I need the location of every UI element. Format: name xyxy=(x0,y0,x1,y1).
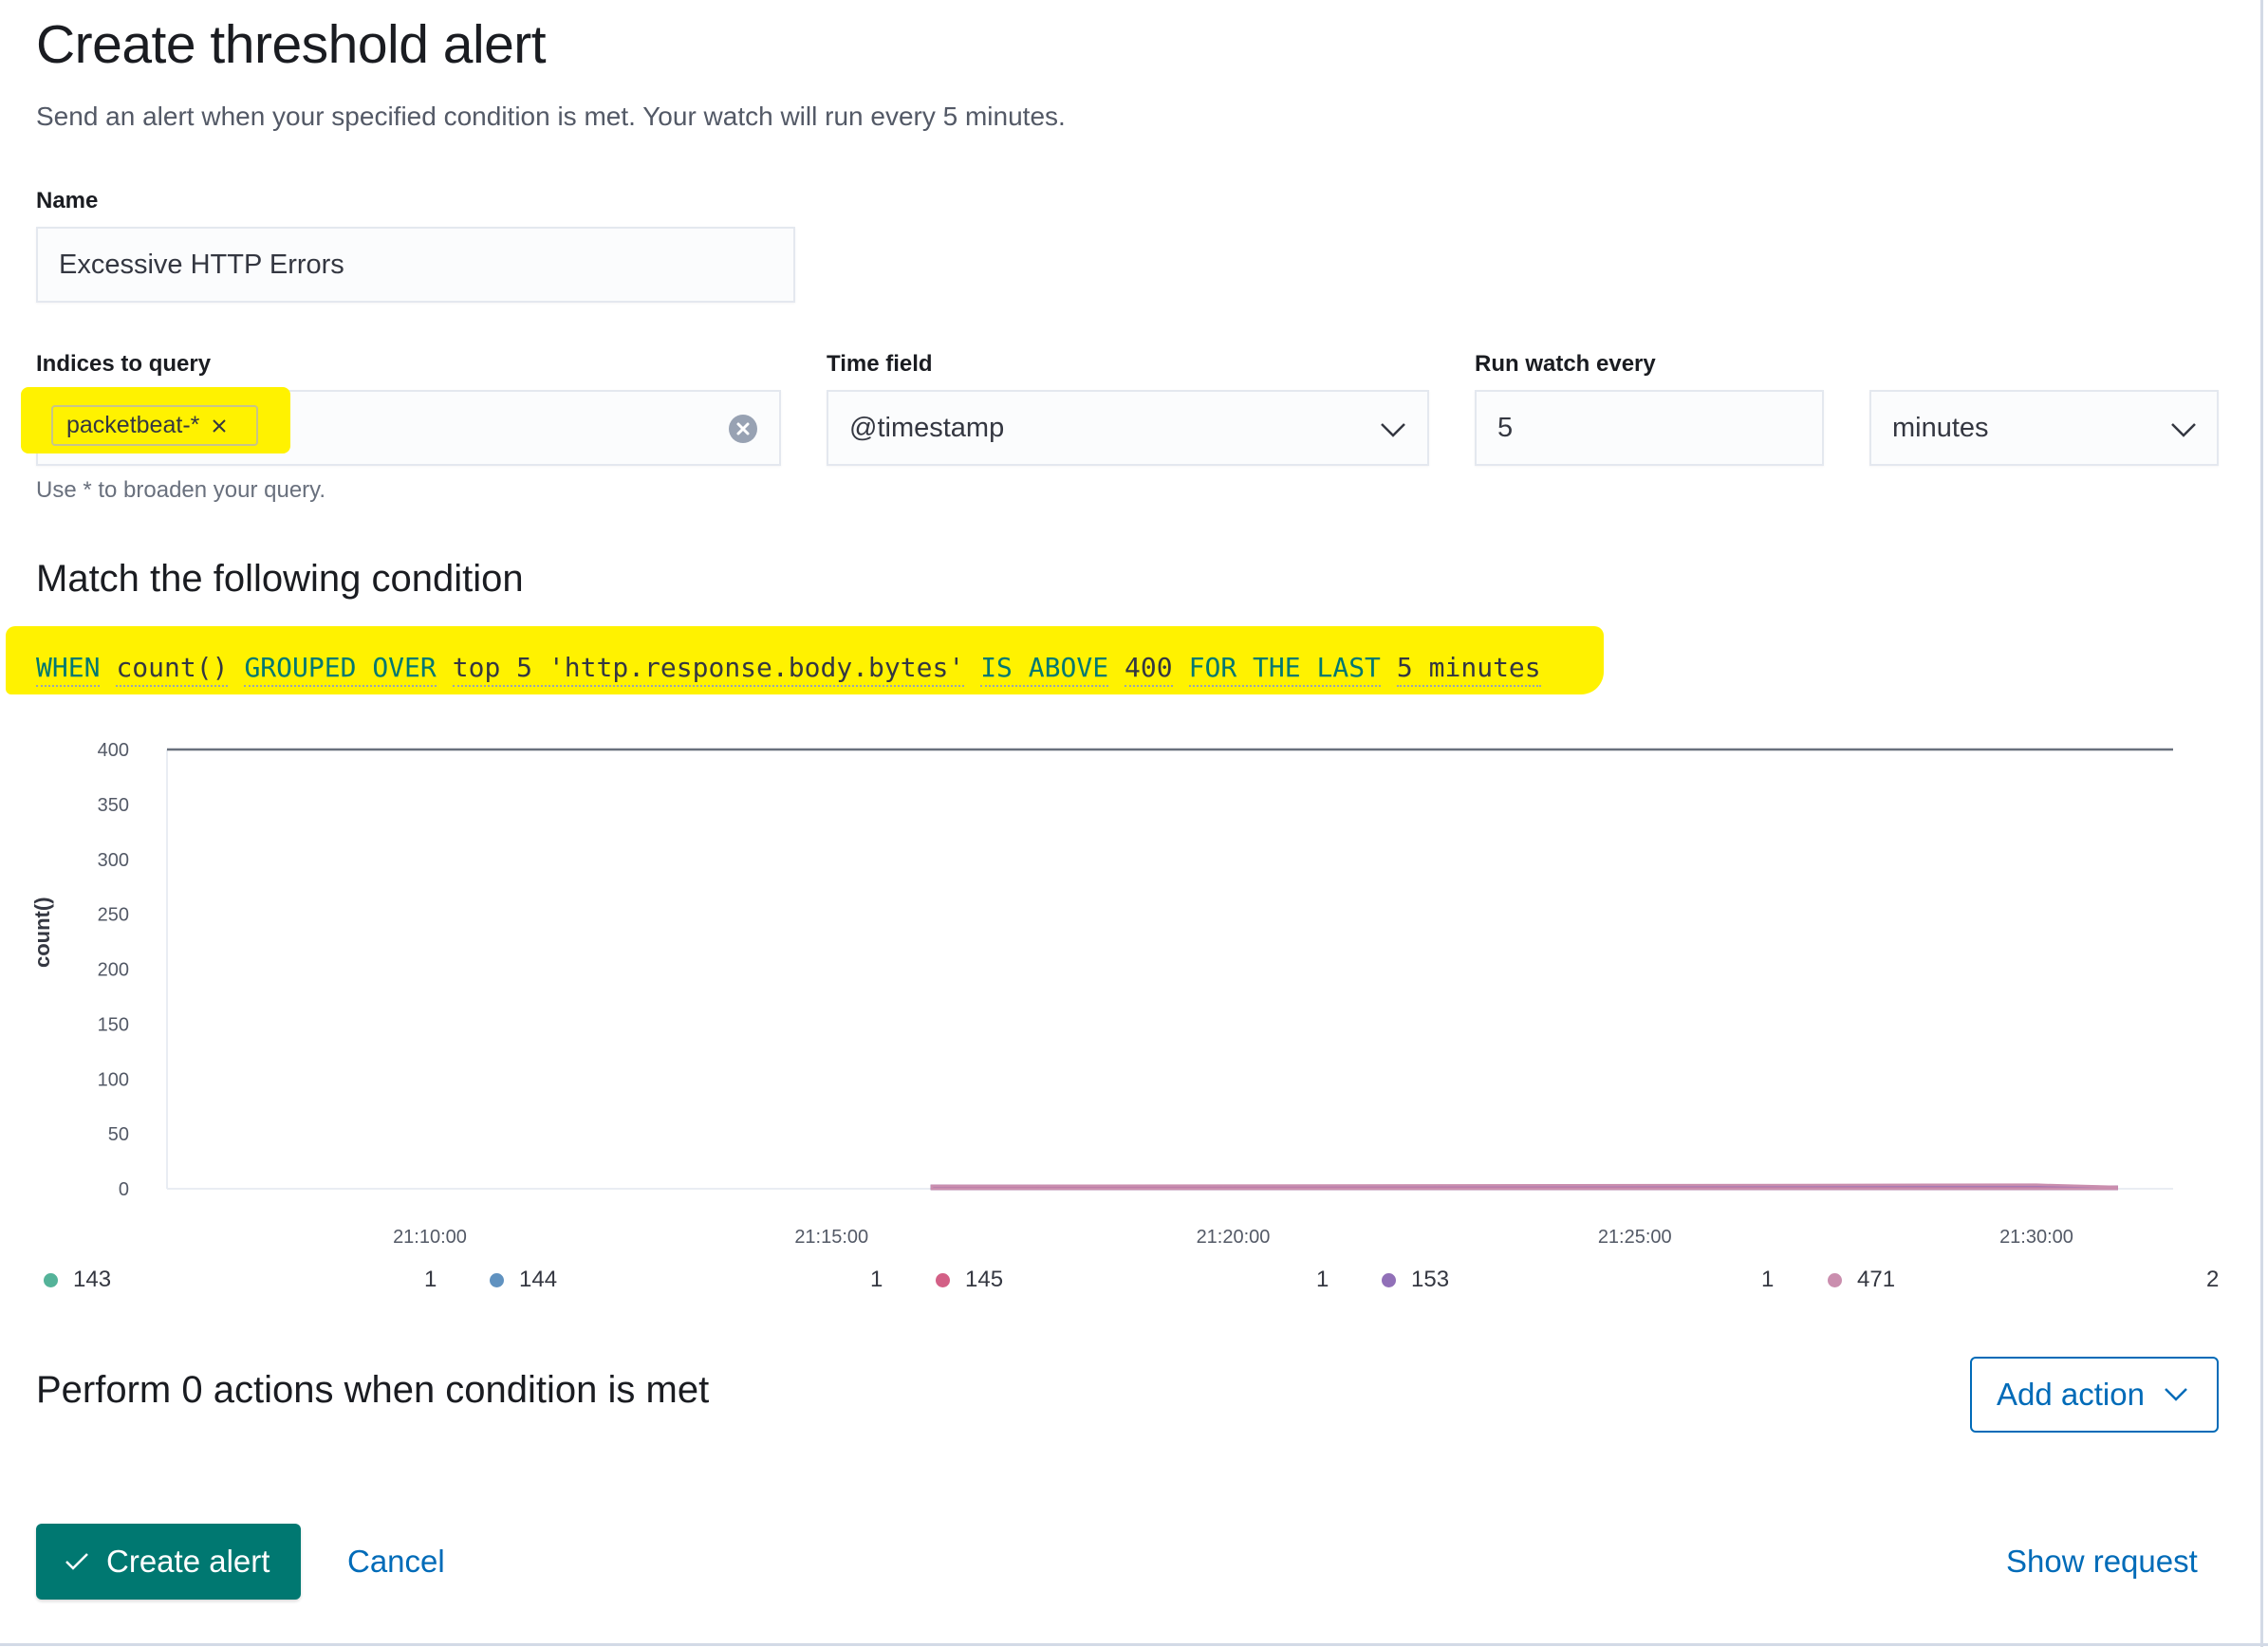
legend-dot xyxy=(936,1272,950,1287)
time-field-select[interactable]: @timestamp xyxy=(827,390,1429,466)
indices-label: Indices to query xyxy=(36,351,212,377)
y-tick-label: 200 xyxy=(98,960,129,981)
page-bottom-border xyxy=(0,1643,2268,1646)
time-field-label: Time field xyxy=(827,351,933,377)
when-value[interactable]: count() xyxy=(116,652,229,687)
close-icon[interactable] xyxy=(211,417,228,435)
legend-label: 471 xyxy=(1857,1267,1896,1292)
name-label: Name xyxy=(36,188,99,213)
run-every-unit-select[interactable]: minutes xyxy=(1869,390,2219,466)
legend-value: 1 xyxy=(424,1267,437,1292)
y-tick-label: 250 xyxy=(98,905,129,926)
y-tick-label: 50 xyxy=(108,1124,129,1145)
create-alert-label: Create alert xyxy=(106,1544,270,1579)
legend-label: 153 xyxy=(1411,1267,1450,1292)
y-tick-label: 100 xyxy=(98,1069,129,1090)
x-tick-label: 21:20:00 xyxy=(1197,1227,1271,1248)
cancel-link[interactable]: Cancel xyxy=(347,1544,445,1580)
legend-value: 1 xyxy=(1761,1267,1775,1292)
legend-value: 2 xyxy=(2206,1267,2220,1292)
y-tick-label: 400 xyxy=(98,740,129,761)
legend-dot xyxy=(1828,1272,1842,1287)
grouped-over-value[interactable]: top 5 'http.response.body.bytes' xyxy=(452,652,965,687)
legend-item[interactable]: 145 xyxy=(936,1264,1003,1296)
y-tick-label: 300 xyxy=(98,850,129,871)
clear-icon[interactable] xyxy=(729,415,757,443)
page-description: Send an alert when your specified condit… xyxy=(36,102,1066,131)
for-the-last-value[interactable]: 5 minutes xyxy=(1396,652,1541,687)
x-tick-label: 21:15:00 xyxy=(794,1227,868,1248)
y-tick-label: 0 xyxy=(119,1179,129,1200)
actions-title: Perform 0 actions when condition is met xyxy=(36,1369,710,1411)
name-input-value: Excessive HTTP Errors xyxy=(59,250,344,280)
y-tick-label: 150 xyxy=(98,1014,129,1035)
condition-title: Match the following condition xyxy=(36,558,524,600)
run-every-input[interactable]: 5 xyxy=(1475,390,1824,466)
condition-expression: WHEN count() GROUPED OVER top 5 'http.re… xyxy=(36,647,1557,691)
chart-legend: 143 1 144 1 145 1 153 1 471 2 xyxy=(38,1264,2230,1296)
create-alert-button[interactable]: Create alert xyxy=(36,1524,301,1600)
legend-label: 145 xyxy=(965,1267,1004,1292)
index-chip[interactable]: packetbeat-* xyxy=(51,405,258,446)
for-the-last-keyword[interactable]: FOR THE LAST xyxy=(1188,652,1381,687)
add-action-label: Add action xyxy=(1997,1377,2145,1412)
legend-dot xyxy=(1382,1272,1396,1287)
x-tick-label: 21:30:00 xyxy=(1999,1227,2073,1248)
legend-item[interactable]: 143 xyxy=(44,1264,111,1296)
legend-label: 144 xyxy=(519,1267,558,1292)
x-tick-label: 21:10:00 xyxy=(393,1227,467,1248)
legend-label: 143 xyxy=(73,1267,112,1292)
chevron-down-icon xyxy=(2165,1388,2187,1401)
y-tick-label: 350 xyxy=(98,795,129,816)
legend-dot xyxy=(490,1272,504,1287)
legend-item[interactable]: 144 xyxy=(490,1264,557,1296)
page-title: Create threshold alert xyxy=(36,14,547,75)
indices-help-text: Use * to broaden your query. xyxy=(36,477,326,503)
index-chip-label: packetbeat-* xyxy=(66,412,200,438)
chevron-down-icon xyxy=(1381,423,1405,437)
add-action-button[interactable]: Add action xyxy=(1970,1357,2219,1433)
chevron-down-icon xyxy=(2171,423,2196,437)
legend-item[interactable]: 471 xyxy=(1828,1264,1895,1296)
time-field-value: @timestamp xyxy=(849,413,1005,443)
threshold-chart: 0 50 100 150 200 250 300 350 400 21:10:00 21:15:00… xyxy=(98,740,2173,1248)
run-every-unit-value: minutes xyxy=(1892,413,1989,443)
show-request-link[interactable]: Show request xyxy=(2006,1544,2198,1580)
is-above-value[interactable]: 400 xyxy=(1125,652,1173,687)
check-icon xyxy=(65,1553,88,1570)
run-every-label: Run watch every xyxy=(1475,351,1656,377)
name-input[interactable]: Excessive HTTP Errors xyxy=(36,227,795,303)
legend-dot xyxy=(44,1272,58,1287)
x-tick-label: 21:25:00 xyxy=(1598,1227,1672,1248)
series-area-471 xyxy=(930,1183,2118,1191)
is-above-keyword[interactable]: IS ABOVE xyxy=(980,652,1109,687)
legend-value: 1 xyxy=(870,1267,883,1292)
run-every-value: 5 xyxy=(1497,413,1514,443)
legend-value: 1 xyxy=(1316,1267,1329,1292)
when-keyword[interactable]: WHEN xyxy=(36,652,101,687)
legend-item[interactable]: 153 xyxy=(1382,1264,1449,1296)
grouped-over-keyword[interactable]: GROUPED OVER xyxy=(244,652,437,687)
